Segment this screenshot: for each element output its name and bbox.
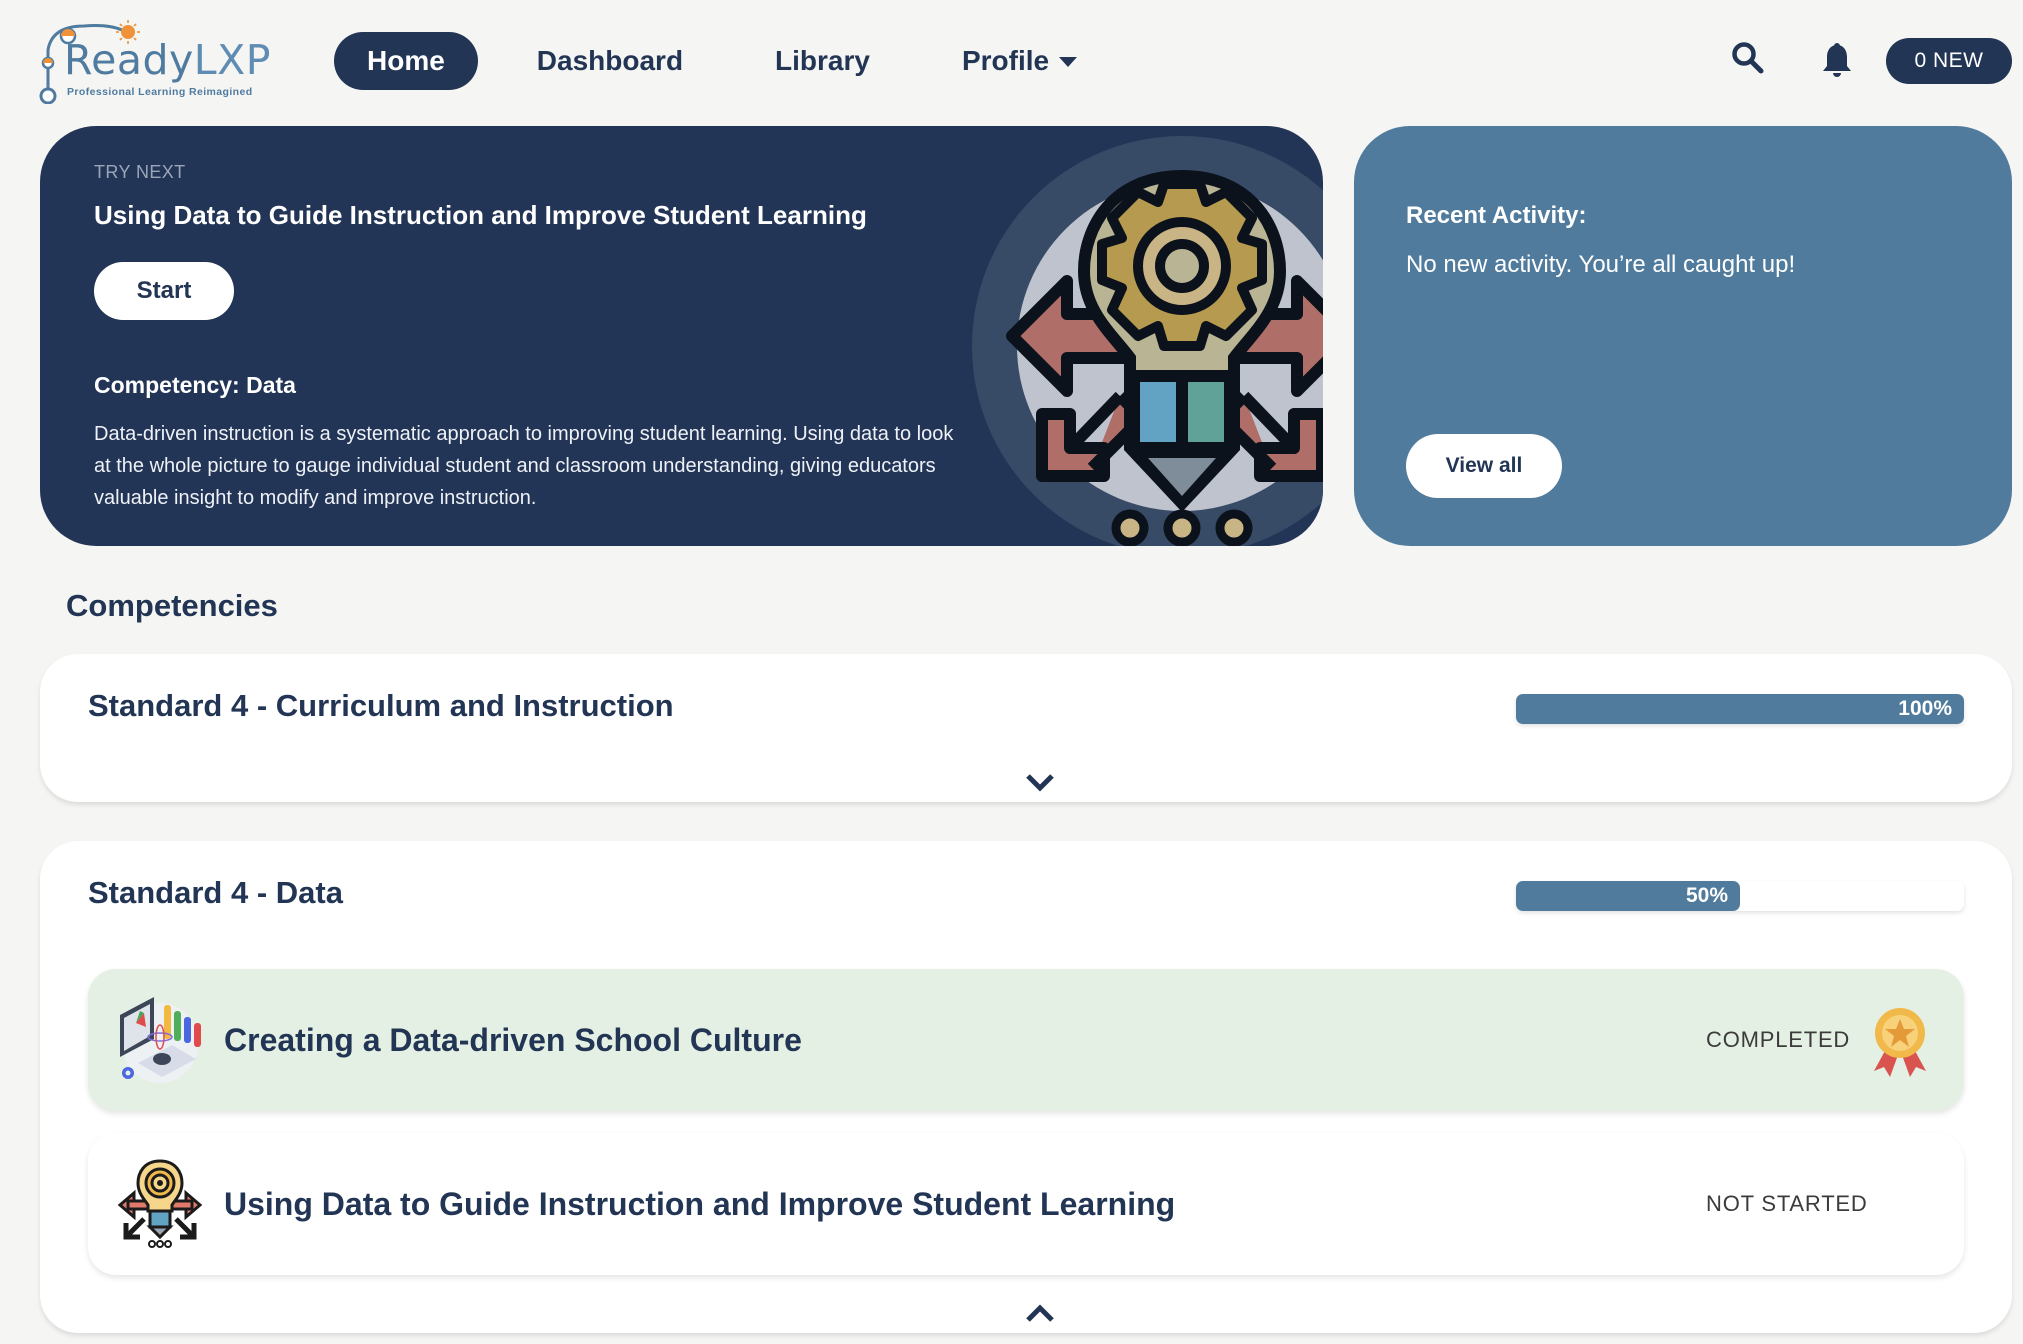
nav-dashboard[interactable]: Dashboard [504,32,716,90]
caret-down-icon [1059,57,1078,67]
lightbulb-gear-arrows-illustration [972,136,1323,546]
top-header: ReadyLXP Professional Learning Reimagine… [0,0,2023,120]
progress-bar: 100% [1516,694,1964,724]
module-item-not-started[interactable]: Using Data to Guide Instruction and Impr… [88,1133,1964,1275]
competency-card-data: Standard 4 - Data 50% Creating a Data-dr… [40,841,2012,1333]
module-item-completed[interactable]: Creating a Data-driven School Culture CO… [88,969,1964,1111]
lightbulb-gear-icon [117,1159,203,1248]
progress-fill: 50% [1516,881,1740,911]
main-nav: Home Dashboard Library Profile [334,32,1110,90]
competency-description: Data-driven instruction is a systematic … [94,423,954,509]
search-icon [1732,42,1764,74]
try-next-label: TRY NEXT [94,162,186,182]
progress-label: 50% [1685,884,1728,907]
recent-activity-card: Recent Activity: No new activity. You’re… [1354,126,2012,546]
competency-title: Standard 4 - Curriculum and Instruction [88,688,674,723]
award-medal-icon [1874,1008,1926,1077]
data-dashboard-icon [120,997,201,1083]
progress-fill: 100% [1516,694,1964,724]
nav-library[interactable]: Library [742,32,903,90]
start-button[interactable]: Start [94,262,234,320]
search-button[interactable] [1730,40,1766,76]
module-title: Using Data to Guide Instruction and Impr… [224,1186,1176,1222]
competency-card-curriculum[interactable]: Standard 4 - Curriculum and Instruction … [40,654,2012,802]
competency-title: Standard 4 - Data [88,875,343,910]
notifications-button[interactable] [1820,42,1854,80]
competencies-heading: Competencies [66,588,278,623]
readylxp-logo[interactable]: ReadyLXP Professional Learning Reimagine… [38,18,271,104]
recent-activity-message: No new activity. You’re all caught up! [1406,251,1796,278]
chevron-down-icon[interactable] [1010,766,1070,800]
module-title: Creating a Data-driven School Culture [224,1022,802,1058]
nav-profile[interactable]: Profile [929,32,1110,90]
nav-profile-label: Profile [961,45,1050,76]
logo-wordmark: ReadyLXP [64,36,271,84]
progress-bar: 50% [1516,881,1964,911]
recent-activity-title: Recent Activity: [1406,202,1587,229]
new-notifications-badge[interactable]: 0 NEW [1886,38,2012,84]
try-next-card: TRY NEXT Using Data to Guide Instruction… [40,126,1323,546]
logo-tagline: Professional Learning Reimagined [67,86,253,98]
competency-label: Competency: Data [94,372,296,398]
module-status: NOT STARTED [1706,1191,1868,1216]
view-all-button[interactable]: View all [1406,434,1562,498]
progress-label: 100% [1898,697,1952,720]
try-next-title: Using Data to Guide Instruction and Impr… [94,200,867,230]
chevron-up-icon[interactable] [1010,1296,1070,1330]
module-status: COMPLETED [1706,1027,1851,1052]
bell-icon [1823,43,1851,77]
nav-home[interactable]: Home [334,32,478,90]
